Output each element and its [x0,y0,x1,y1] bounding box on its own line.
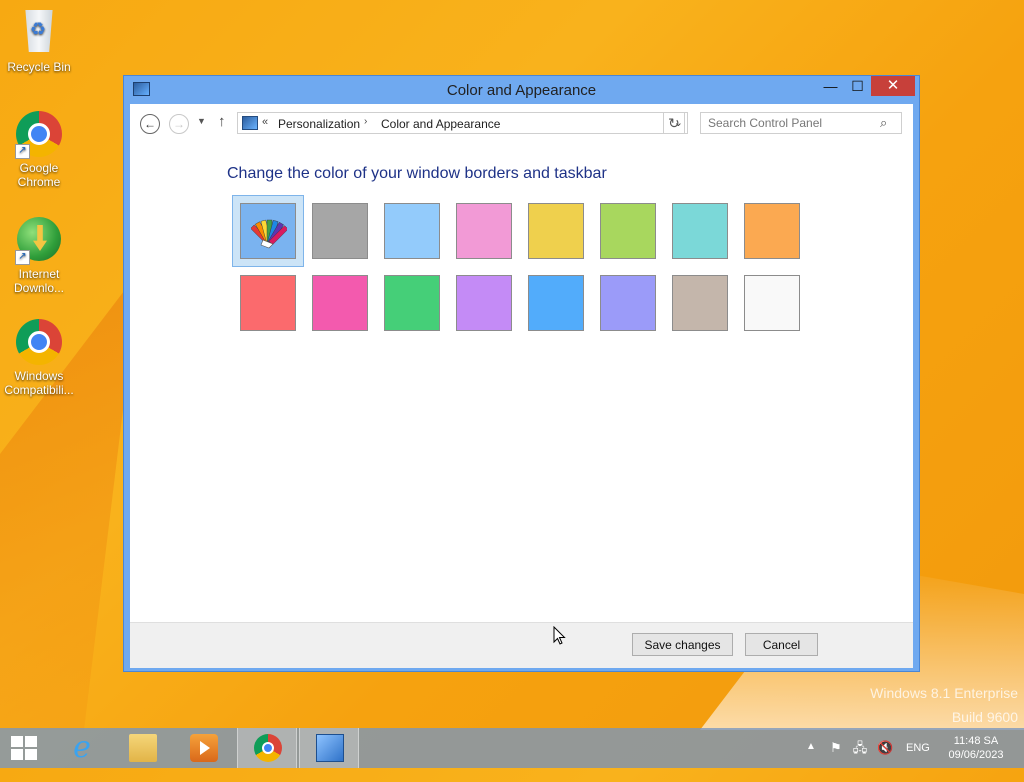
color-swatch-periwinkle[interactable] [592,267,664,339]
action-center-icon[interactable]: ⚑ [828,740,844,756]
color-swatch-fill [600,203,656,259]
internet-explorer-icon: e [73,730,91,765]
forward-button[interactable]: → [169,114,189,134]
color-and-appearance-window: Color and Appearance — ☐ ✕ ← → ▼ ↑ « Per… [123,75,920,672]
color-swatch-automatic[interactable] [232,195,304,267]
breadcrumb-separator-icon[interactable]: › [364,116,367,127]
chrome-icon [254,734,282,762]
color-swatch-orange[interactable] [736,195,808,267]
address-bar[interactable]: « Personalization › Color and Appearance… [237,112,688,134]
network-icon[interactable]: 🖧 [852,740,868,756]
color-swatch-fill [672,203,728,259]
desktop-icon-internet-download-manager[interactable]: ↗ Internet Downlo... [2,215,76,295]
media-player-icon [190,734,218,762]
page-heading: Change the color of your window borders … [227,165,607,182]
shortcut-arrow-icon: ↗ [15,144,30,159]
window-content: ← → ▼ ↑ « Personalization › Color and Ap… [130,104,913,668]
color-swatch-fill [744,203,800,259]
navigation-bar: ← → ▼ ↑ « Personalization › Color and Ap… [130,104,913,142]
color-swatch-fill [312,275,368,331]
up-button[interactable]: ↑ [218,113,226,130]
taskbar-file-explorer[interactable] [113,728,173,768]
volume-muted-icon[interactable]: 🔇 [877,740,893,756]
desktop-icon-recycle-bin[interactable]: Recycle Bin [2,8,76,74]
taskbar-media-player[interactable] [174,728,234,768]
file-explorer-icon [129,734,157,762]
desktop-icon-label: Internet Downlo... [13,267,65,295]
color-palette-icon [251,219,287,249]
control-panel-icon [242,116,258,130]
chrome-icon [15,319,63,367]
color-swatch-green[interactable] [376,267,448,339]
breadcrumb-color-and-appearance[interactable]: Color and Appearance [381,117,500,131]
color-swatch-lime[interactable] [592,195,664,267]
color-swatch-teal[interactable] [664,195,736,267]
watermark-build: Build 9600 [951,709,1018,725]
maximize-button[interactable]: ☐ [844,76,871,96]
desktop-icon-google-chrome[interactable]: ↗ Google Chrome [2,110,76,189]
color-swatch-fill [456,275,512,331]
color-swatch-fill [384,275,440,331]
color-swatch-fill [312,203,368,259]
back-button[interactable]: ← [140,114,160,134]
taskbar-internet-explorer[interactable]: e [52,728,112,768]
dialog-footer: Save changes Cancel [130,622,913,668]
color-swatch-fill [672,275,728,331]
shortcut-arrow-icon: ↗ [15,250,30,265]
search-input[interactable] [700,112,902,134]
color-swatch-pink[interactable] [448,195,520,267]
clock[interactable]: 11:48 SA 09/06/2023 [944,734,1008,762]
cancel-button[interactable]: Cancel [745,633,818,656]
close-button[interactable]: ✕ [871,76,915,96]
color-swatch-fill [528,275,584,331]
clock-date: 09/06/2023 [948,749,1004,761]
recycle-bin-icon [15,10,63,58]
taskbar-control-panel[interactable] [299,728,359,768]
desktop-icon-label: Recycle Bin [7,60,71,74]
color-swatch-magenta[interactable] [304,267,376,339]
minimize-button[interactable]: — [817,76,844,96]
clock-time: 11:48 SA [953,735,999,747]
refresh-button[interactable]: ↻ [663,112,685,134]
color-swatch-white[interactable] [736,267,808,339]
start-icon [11,736,37,760]
language-indicator[interactable]: ENG [906,742,930,782]
color-swatch-yellow[interactable] [520,195,592,267]
color-swatch-fill [528,203,584,259]
internet-download-manager-icon: ↗ [15,217,63,265]
search-icon[interactable]: ⌕ [880,115,887,131]
chrome-icon: ↗ [15,111,63,159]
taskbar: e ▲ ⚑ 🖧 🔇 ENG 11:48 SA 09/06/2023 [0,728,1024,768]
show-hidden-icons-button[interactable]: ▲ [806,741,816,781]
breadcrumb-overflow[interactable]: « [262,116,268,128]
color-swatch-red[interactable] [232,267,304,339]
color-swatch-fill [384,203,440,259]
breadcrumb-personalization[interactable]: Personalization [278,117,360,131]
desktop-icon-label: Windows Compatibili... [4,369,74,397]
color-swatch-fill [744,275,800,331]
color-swatch-taupe[interactable] [664,267,736,339]
color-swatch-fill [600,275,656,331]
taskbar-chrome[interactable] [237,728,297,768]
color-swatch-fill [456,203,512,259]
title-bar[interactable]: Color and Appearance — ☐ ✕ [124,76,919,104]
desktop-icon-windows-compatibility[interactable]: Windows Compatibili... [2,318,76,397]
color-swatch-blue[interactable] [520,267,592,339]
recent-locations-button[interactable]: ▼ [197,116,206,126]
color-swatch-gray[interactable] [304,195,376,267]
start-button[interactable] [0,728,50,768]
watermark-edition: Windows 8.1 Enterprise [870,685,1018,701]
control-panel-icon [316,734,344,762]
desktop-icon-label: Google Chrome [17,161,61,189]
color-swatch-fill [240,203,296,259]
save-changes-button[interactable]: Save changes [632,633,733,656]
window-title: Color and Appearance [446,82,597,99]
color-swatch-fill [240,275,296,331]
color-swatch-sky[interactable] [376,195,448,267]
color-swatch-violet[interactable] [448,267,520,339]
